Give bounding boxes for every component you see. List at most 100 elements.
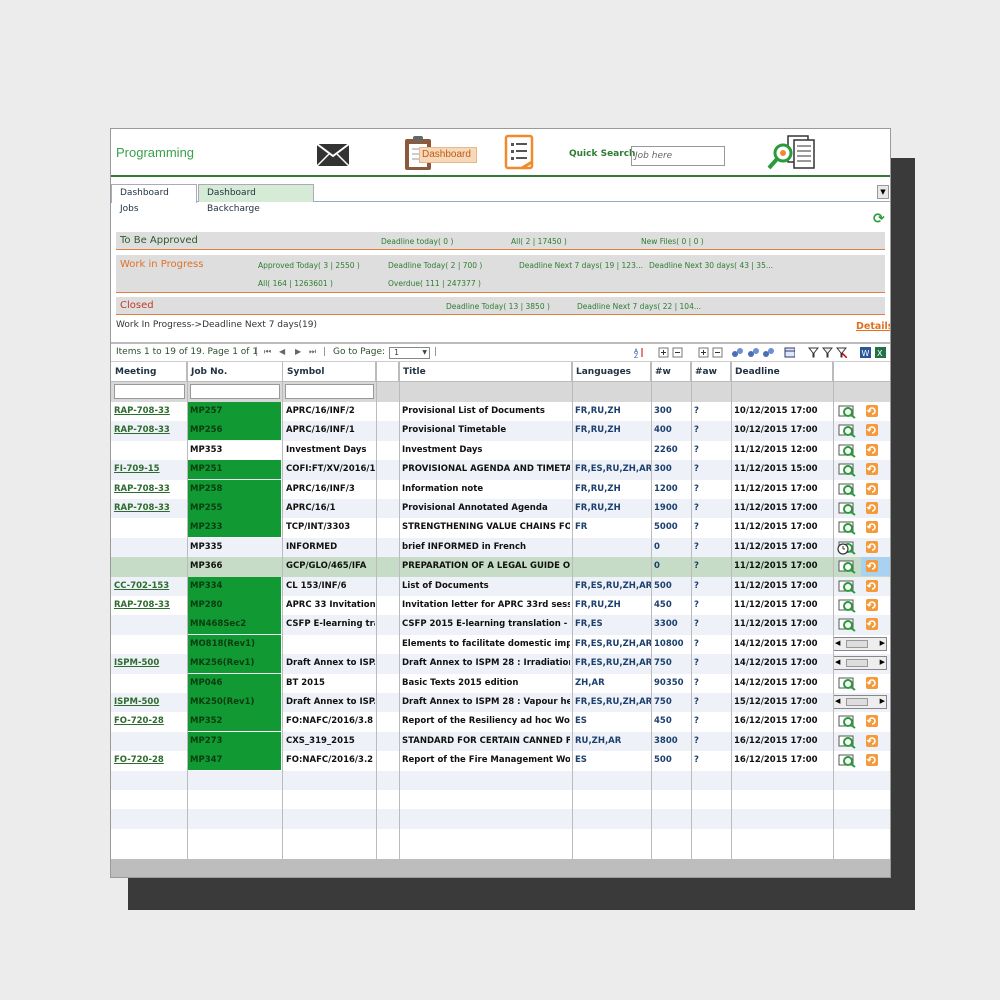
collapse-icon[interactable]	[672, 347, 683, 358]
undo-icon[interactable]	[865, 443, 879, 457]
wip-deadline-today-link[interactable]: Deadline Today( 2 | 700 )	[388, 261, 482, 270]
undo-icon[interactable]	[865, 404, 879, 418]
tab-menu-dropdown[interactable]: ▼	[877, 185, 889, 199]
table-row[interactable]: MP353 Investment Days Investment Days 2260?…	[111, 441, 890, 460]
table-row[interactable]: FI-709-15 MP251 COFI:FT/XV/2016/1 PROVISION…	[111, 460, 890, 480]
tab-dashboard-jobs[interactable]: Dashboard Jobs	[111, 184, 197, 214]
table-row[interactable]: MP046 BT 2015 Basic Texts 2015 edition ZH,A…	[111, 673, 890, 693]
filter-clear-icon[interactable]	[836, 347, 847, 358]
view-job-icon[interactable]	[837, 462, 857, 477]
closed-deadline-today-link[interactable]: Deadline Today( 13 | 3850 )	[446, 302, 550, 311]
col-title[interactable]: Title	[399, 362, 572, 382]
filter-icon[interactable]	[808, 347, 819, 358]
table-row[interactable]	[111, 790, 890, 809]
approved-deadline-today-link[interactable]: Deadline today( 0 )	[381, 237, 453, 246]
table-row[interactable]: MN468Sec2 CSFP E-learning tra... CSFP 2015…	[111, 615, 890, 635]
refresh-icon[interactable]: ⟳	[873, 211, 885, 227]
undo-icon[interactable]	[865, 617, 879, 631]
undo-icon[interactable]	[865, 734, 879, 748]
view-job-icon[interactable]	[837, 482, 857, 497]
undo-icon[interactable]	[865, 676, 879, 690]
document-search-icon[interactable]	[766, 133, 820, 173]
undo-icon[interactable]	[865, 540, 879, 554]
last-page-icon[interactable]: ⏭	[309, 347, 316, 357]
export-excel-icon[interactable]: X	[875, 347, 886, 358]
sort-az-icon[interactable]: AZ	[634, 347, 645, 358]
expand-icon[interactable]	[658, 347, 669, 358]
meeting-link[interactable]: FI-709-15	[111, 460, 187, 479]
table-row[interactable]: RAP-708-33 MP256 APRC/16/INF/1 Provisional …	[111, 421, 890, 441]
next-page-icon[interactable]: ▶	[295, 347, 301, 356]
meeting-link[interactable]: RAP-708-33	[111, 402, 187, 421]
expand-all-icon[interactable]	[698, 347, 709, 358]
undo-icon[interactable]	[865, 501, 879, 515]
table-row[interactable]: RAP-708-33 MP255 APRC/16/1 Provisional Anno…	[111, 499, 890, 519]
view-job-icon[interactable]	[837, 501, 857, 516]
view-job-icon[interactable]	[837, 714, 857, 730]
col-symbol[interactable]: Symbol	[283, 362, 376, 382]
table-row[interactable]	[111, 809, 890, 829]
view-job-icon[interactable]	[837, 559, 857, 574]
action-scroller[interactable]: ◀ ▶	[833, 695, 887, 709]
approved-all-link[interactable]: All( 2 | 17450 )	[511, 237, 567, 246]
undo-icon[interactable]	[865, 714, 879, 728]
quick-search-input[interactable]: Job here	[631, 146, 725, 166]
table-row[interactable]: CC-702-153 MP334 CL 153/INF/6 List of Docum…	[111, 576, 890, 596]
collapse-all-icon[interactable]	[712, 347, 723, 358]
col-meeting[interactable]: Meeting	[111, 362, 187, 382]
table-row[interactable]	[111, 770, 890, 790]
view-job-icon[interactable]	[837, 617, 857, 633]
group-add-icon[interactable]	[748, 347, 759, 358]
wip-next-7-link[interactable]: Deadline Next 7 days( 19 | 123...	[519, 261, 643, 270]
table-row[interactable]: RAP-708-33MP280 APRC 33 Invitation ... Inv…	[111, 596, 890, 615]
details-link[interactable]: Details	[856, 321, 890, 332]
view-job-icon[interactable]	[837, 423, 857, 439]
view-job-icon[interactable]	[837, 520, 857, 536]
col-job-no[interactable]: Job No.	[187, 362, 283, 382]
meeting-link[interactable]: RAP-708-33	[111, 480, 187, 499]
table-row[interactable]: ISPM-500 MK250(Rev1) Draft Annex to ISP...…	[111, 693, 890, 713]
meeting-link[interactable]: FO-720-28	[111, 712, 187, 731]
col-w[interactable]: #w	[651, 362, 691, 382]
table-row[interactable]	[111, 829, 890, 848]
view-job-icon[interactable]	[837, 579, 857, 594]
undo-icon[interactable]	[865, 753, 879, 767]
view-job-icon[interactable]	[837, 598, 857, 613]
meeting-link[interactable]: RAP-708-33	[111, 499, 187, 518]
mail-icon[interactable]	[316, 143, 350, 167]
wip-overdue-link[interactable]: Overdue( 111 | 247377 )	[388, 279, 481, 288]
clock-view-icon[interactable]	[837, 540, 857, 555]
filter-meeting-input[interactable]	[114, 384, 185, 399]
table-row[interactable]: RAP-708-33 MP257 APRC/16/INF/2 Provisional …	[111, 402, 890, 421]
col-deadline[interactable]: Deadline	[731, 362, 833, 382]
wip-approved-today-link[interactable]: Approved Today( 3 | 2550 )	[258, 261, 360, 270]
filter-job-input[interactable]	[190, 384, 280, 399]
table-row[interactable]: MP233 TCP/INT/3303 STRENGTHENING VALUE CHA…	[111, 518, 890, 538]
table-row[interactable]: MP335 INFORMED brief INFORMED in French 0? 1…	[111, 537, 890, 558]
meeting-link[interactable]: CC-702-153	[111, 577, 187, 596]
view-job-icon[interactable]	[837, 404, 857, 419]
dashboard-button[interactable]: Dashboard	[403, 135, 479, 173]
meeting-link[interactable]: ISPM-500	[111, 693, 187, 712]
undo-icon[interactable]	[865, 520, 879, 534]
table-row[interactable]: FO-720-28 MP352 FO:NAFC/2016/3.8 Report of …	[111, 712, 890, 732]
undo-icon[interactable]	[865, 423, 879, 437]
action-scroller[interactable]: ◀ ▶	[833, 656, 887, 671]
table-row[interactable]: FO-720-28 MP347 FO:NAFC/2016/3.2 Report of …	[111, 751, 890, 771]
filter-symbol-input[interactable]	[285, 384, 374, 399]
meeting-link[interactable]: ISPM-500	[111, 654, 187, 673]
view-job-icon[interactable]	[837, 443, 857, 458]
filter-edit-icon[interactable]	[822, 347, 833, 358]
undo-icon[interactable]	[865, 462, 879, 476]
wip-next-30-link[interactable]: Deadline Next 30 days( 43 | 35...	[649, 261, 773, 270]
columns-icon[interactable]	[784, 347, 795, 358]
group-remove-icon[interactable]	[763, 347, 774, 358]
table-row[interactable]: ISPM-500 MK256(Rev1) Draft Annex to ISP...…	[111, 654, 890, 674]
action-scroller[interactable]: ◀ ▶	[833, 636, 887, 651]
view-job-icon[interactable]	[837, 676, 857, 691]
table-row[interactable]: RAP-708-33 MP258 APRC/16/INF/3 Information …	[111, 479, 890, 499]
undo-icon[interactable]	[865, 482, 879, 496]
prev-page-icon[interactable]: ◀	[279, 347, 285, 356]
view-job-icon[interactable]	[837, 734, 857, 749]
meeting-link[interactable]: FO-720-28	[111, 751, 187, 770]
